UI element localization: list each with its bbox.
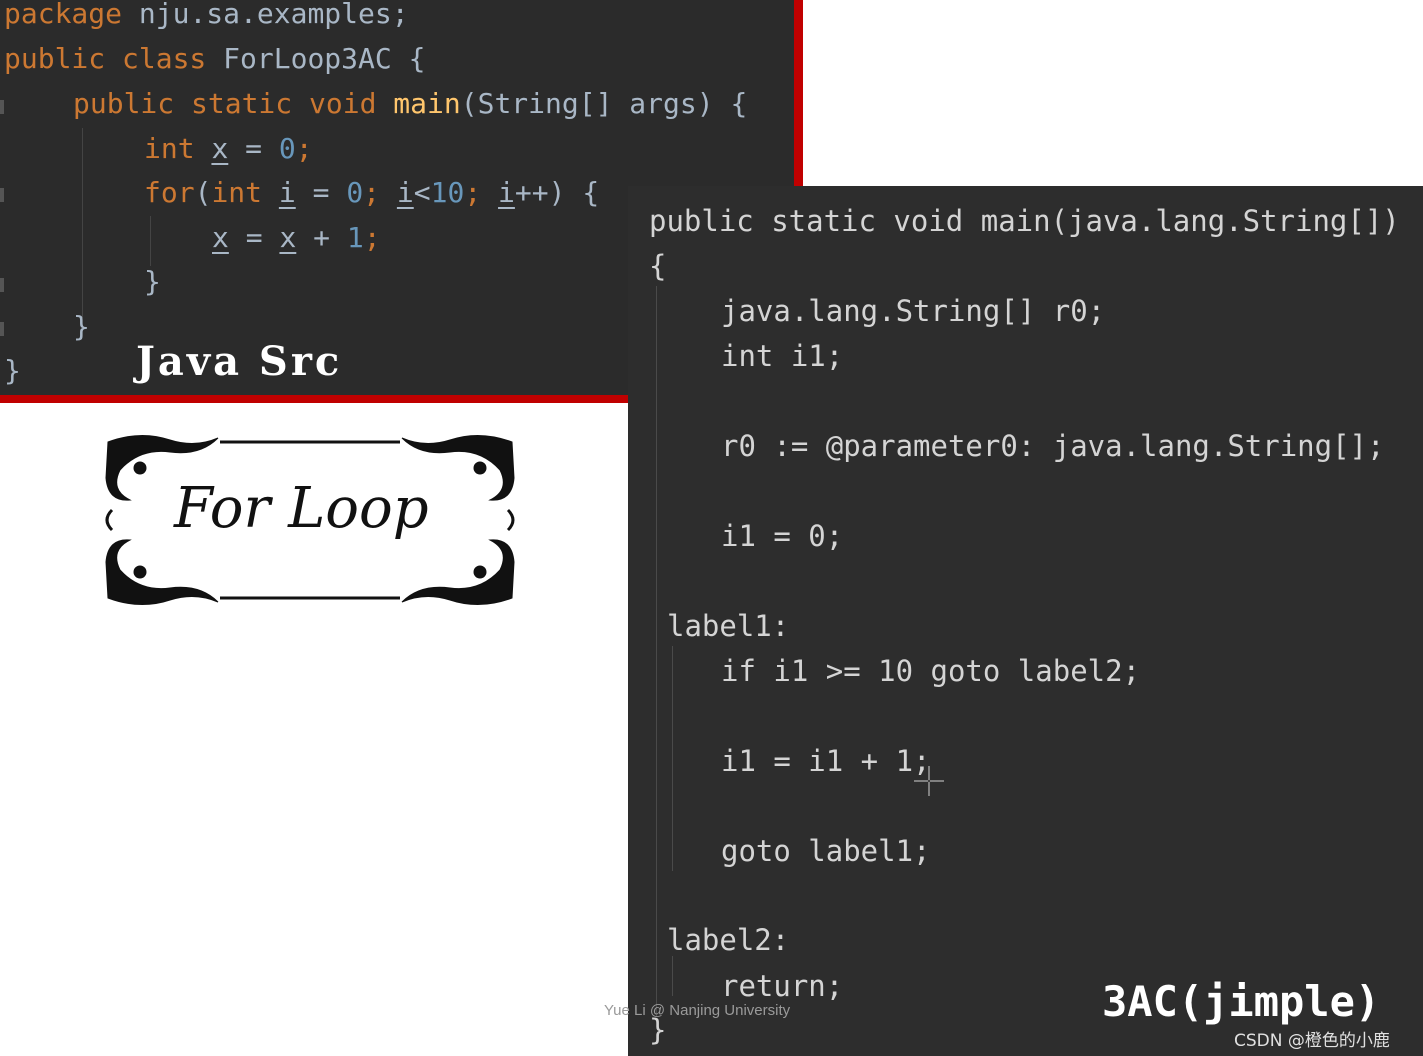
code-line-class: public class ForLoop3AC { — [4, 42, 426, 75]
jimple-line-decl-i1: int i1; — [721, 339, 844, 373]
gutter-fold-marker — [0, 100, 4, 114]
jimple-line-decl-r0: java.lang.String[] r0; — [721, 294, 1106, 328]
gutter-fold-marker — [0, 188, 4, 202]
jimple-line-init: i1 = 0; — [721, 519, 844, 553]
red-border-bottom — [0, 395, 628, 403]
jimple-line-if: if i1 >= 10 goto label2; — [721, 654, 1141, 688]
gutter-fold-marker — [0, 322, 4, 336]
jimple-label2: label2: — [667, 923, 790, 957]
indent-guide — [672, 646, 673, 871]
jimple-label1: label1: — [667, 609, 790, 643]
jimple-line-open-brace: { — [649, 249, 667, 283]
jimple-line-signature: public static void main(java.lang.String… — [649, 204, 1400, 238]
code-line-package: package nju.sa.examples; — [4, 0, 409, 30]
for-loop-banner-text: For Loop — [174, 476, 429, 541]
gutter-fold-marker — [0, 278, 4, 292]
red-border-right — [794, 0, 803, 187]
code-line-close-main: } — [73, 310, 90, 343]
crosshair-cursor-icon — [914, 766, 944, 796]
indent-guide — [656, 286, 657, 1016]
author-watermark: Yue Li @ Nanjing University — [604, 1002, 791, 1019]
jimple-line-return: return; — [721, 969, 844, 1003]
csdn-credit: CSDN @橙色的小鹿 — [1234, 1031, 1390, 1051]
code-line-close-for: } — [144, 265, 161, 298]
jimple-caption: 3AC(jimple) — [1102, 977, 1381, 1026]
code-line-int-x: int x = 0; — [144, 132, 313, 165]
jimple-line-param: r0 := @parameter0: java.lang.String[]; — [721, 429, 1385, 463]
jimple-line-increment: i1 = i1 + 1; — [721, 744, 931, 778]
java-src-caption: Java Src — [136, 338, 343, 385]
jimple-line-goto: goto label1; — [721, 834, 931, 868]
indent-guide — [672, 956, 673, 996]
code-line-close-class: } — [4, 354, 21, 387]
indent-guide — [82, 128, 83, 318]
code-line-for: for(int i = 0; i<10; i++) { — [144, 176, 600, 209]
indent-guide — [150, 216, 151, 266]
code-line-main: public static void main(String[] args) { — [73, 87, 748, 120]
code-line-increment: x = x + 1; — [212, 221, 381, 254]
